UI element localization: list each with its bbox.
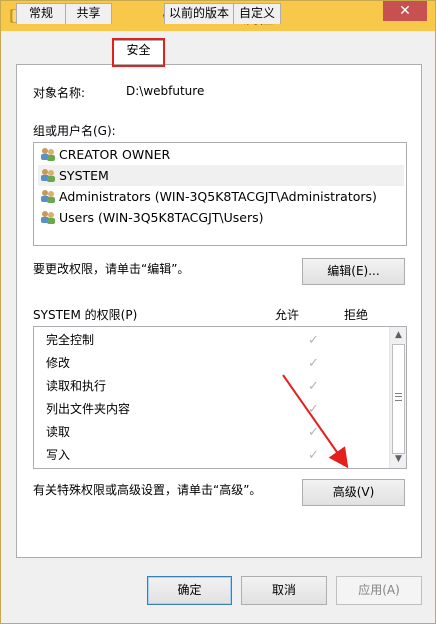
list-item-users[interactable]: Users (WIN-3Q5K8TACGJT\Users) [38,207,404,228]
tab-customize[interactable]: 自定义 [233,3,281,24]
permission-row-list-folder: 列出文件夹内容 ✓ [46,398,396,421]
advanced-button[interactable]: 高级(V) [302,479,405,506]
permissions-list[interactable]: 完全控制 ✓ 修改 ✓ 读取和执行 ✓ 列出文件夹内容 ✓ 读取 ✓ 写入 ✓ [33,326,407,469]
user-name: CREATOR OWNER [59,147,171,162]
apply-button[interactable]: 应用(A) [336,576,422,605]
advanced-hint: 有关特殊权限或高级设置，请单击“高级”。 [33,483,262,497]
permissions-label: SYSTEM 的权限(P) [33,308,138,322]
allow-checkmark-icon: ✓ [308,402,319,417]
user-name: Administrators (WIN-3Q5K8TACGJT\Administ… [59,189,377,204]
user-group-icon [41,148,55,161]
object-name-value: D:\webfuture [126,84,205,98]
permission-name: 读取和执行 [46,379,107,393]
allow-checkmark-icon: ✓ [308,333,319,348]
cancel-button[interactable]: 取消 [241,576,327,605]
tab-security[interactable]: 安全 [112,40,165,64]
permission-name: 完全控制 [46,333,95,347]
permission-row-read-execute: 读取和执行 ✓ [46,375,396,398]
allow-checkmark-icon: ✓ [308,425,319,440]
change-permissions-hint: 要更改权限，请单击“编辑”。 [33,262,190,276]
allow-checkmark-icon: ✓ [308,379,319,394]
user-name: SYSTEM [59,168,109,183]
user-group-icon [41,211,55,224]
groups-label: 组或用户名(G): [33,124,116,138]
object-name-label: 对象名称: [33,86,86,100]
tab-sharing[interactable]: 共享 [65,3,112,24]
permission-name: 修改 [46,356,71,370]
permission-row-modify: 修改 ✓ [46,352,396,375]
user-group-icon [41,169,55,182]
permission-name: 写入 [46,448,71,462]
list-item-system[interactable]: SYSTEM [38,165,404,186]
edit-button[interactable]: 编辑(E)... [302,258,405,285]
list-item-administrators[interactable]: Administrators (WIN-3Q5K8TACGJT\Administ… [38,186,404,207]
scroll-up-icon[interactable]: ▲ [392,329,405,342]
permissions-scrollbar[interactable]: ▲ ▼ [389,327,406,468]
permission-row-read: 读取 ✓ [46,421,396,444]
user-group-icon [41,190,55,203]
permission-row-write: 写入 ✓ [46,444,396,467]
scroll-thumb[interactable] [392,344,405,454]
list-item-creator-owner[interactable]: CREATOR OWNER [38,144,404,165]
scroll-down-icon[interactable]: ▼ [392,453,405,466]
permission-name: 读取 [46,425,71,439]
permission-row-full-control: 完全控制 ✓ [46,329,396,352]
grip-icon [395,393,402,401]
close-button[interactable]: ✕ [383,1,427,21]
users-listbox[interactable]: CREATOR OWNER SYSTEM Administrators (WIN… [33,142,407,246]
ok-button[interactable]: 确定 [147,576,232,605]
allow-checkmark-icon: ✓ [308,448,319,463]
user-name: Users (WIN-3Q5K8TACGJT\Users) [59,210,264,225]
permission-name: 列出文件夹内容 [46,402,131,416]
tab-general[interactable]: 常规 [16,3,66,24]
security-panel: 对象名称: D:\webfuture 组或用户名(G): CREATOR OWN… [16,64,422,558]
tab-previous-versions[interactable]: 以前的版本 [164,3,234,24]
allow-checkmark-icon: ✓ [308,356,319,371]
deny-column-header: 拒绝 [344,308,369,322]
properties-window: webfuture 属性 ✕ 常规 共享 安全 以前的版本 自定义 对象名称: … [0,0,436,624]
allow-column-header: 允许 [275,308,300,322]
